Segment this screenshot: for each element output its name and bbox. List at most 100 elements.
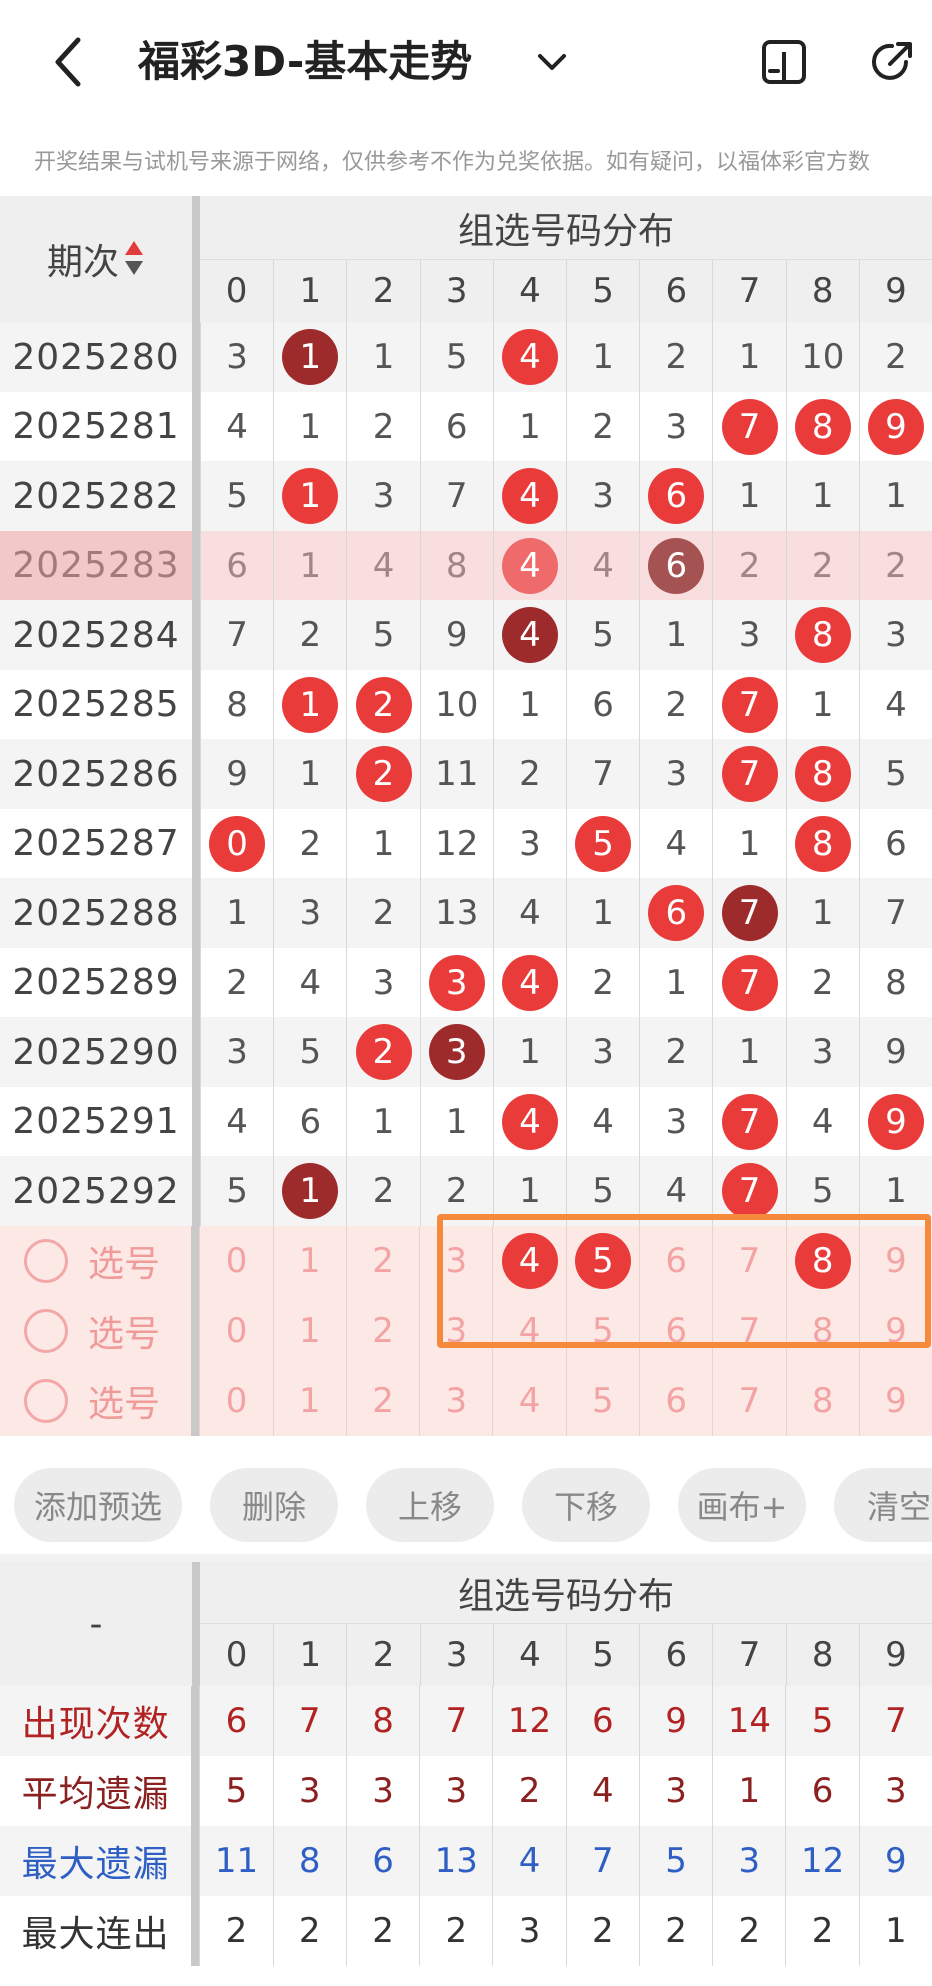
number-cell: 12: [419, 808, 493, 879]
table-row[interactable]: 2025290 3 5 2 3 1 3 2 1 3 9: [0, 1017, 932, 1087]
action-button[interactable]: 删除: [210, 1468, 338, 1542]
number-cell: 1: [273, 739, 346, 809]
number-cell: 1: [273, 530, 346, 601]
number-cell: 3: [419, 947, 493, 1018]
action-button[interactable]: 下移: [522, 1468, 650, 1542]
pick-row: 选号 0 1 2 3 4 5 6 7 8 9: [0, 1365, 932, 1436]
pick-cell[interactable]: 8: [785, 1365, 859, 1436]
pick-cell[interactable]: 1: [272, 1295, 346, 1366]
pick-cell[interactable]: 5: [565, 1365, 639, 1436]
digit-header-cell: 4: [492, 1624, 566, 1686]
number-cell: 2: [346, 669, 419, 740]
action-button[interactable]: 上移: [366, 1468, 494, 1542]
pick-cell[interactable]: 3: [419, 1365, 492, 1436]
number-cell: 5: [858, 739, 932, 809]
table-row[interactable]: 2025288 1 3 2 13 4 1 6 7 1 7: [0, 878, 932, 948]
table-row[interactable]: 2025286 9 1 2 11 2 7 3 7 8 5: [0, 739, 932, 809]
stats-value: 1: [712, 1756, 785, 1826]
column-divider: [192, 196, 200, 322]
drawn-ball: 4: [501, 329, 558, 385]
row-cells: 4126123789: [200, 391, 932, 462]
table-row[interactable]: 2025284 7 2 5 9 4 5 1 3 8 3: [0, 600, 932, 670]
number-cell: 7: [419, 461, 493, 531]
row-cells: 5137436111: [200, 461, 932, 531]
table-row[interactable]: 2025283 6 1 4 8 4 4 6 2 2 2: [0, 530, 932, 601]
number-cell: 2: [346, 1156, 419, 1226]
radio-circle-icon[interactable]: [24, 1378, 68, 1423]
period-header-label: 期次: [46, 242, 119, 283]
pick-cell[interactable]: 2: [345, 1295, 419, 1366]
pick-cell[interactable]: 0: [199, 1225, 272, 1296]
pick-cell[interactable]: 1: [272, 1225, 346, 1296]
layout-icon: [762, 40, 806, 84]
table-row[interactable]: 2025285 8 1 2 10 1 6 2 7 1 4: [0, 669, 932, 740]
pick-selector[interactable]: 选号: [0, 1226, 191, 1296]
column-divider: [192, 391, 200, 462]
pick-selector[interactable]: 选号: [0, 1366, 191, 1436]
number-cell: 2: [566, 947, 639, 1018]
drawn-ball: 8: [794, 815, 851, 872]
action-button[interactable]: 清空: [834, 1468, 932, 1542]
drawn-ball: 1: [282, 468, 339, 524]
table-row[interactable]: 2025282 5 1 3 7 4 3 6 1 1 1: [0, 461, 932, 531]
table-row[interactable]: 2025287 0 2 1 12 3 5 4 1 8 6: [0, 808, 932, 879]
period-header[interactable]: 期次: [0, 196, 192, 322]
number-cell: 10: [785, 322, 859, 392]
action-button[interactable]: 添加预选: [14, 1468, 182, 1542]
number-cell: 4: [785, 1086, 859, 1157]
digit-header-cell: 7: [712, 260, 785, 322]
column-divider: [192, 878, 200, 948]
stats-value: 13: [419, 1826, 492, 1896]
drawn-ball: 0: [209, 815, 266, 872]
table-row[interactable]: 2025280 3 1 1 5 4 1 2 1 10 2: [0, 322, 932, 392]
pick-cell[interactable]: 2: [345, 1365, 419, 1436]
column-divider: [191, 1225, 200, 1296]
number-cell: 2: [639, 1017, 712, 1087]
layout-switch-button[interactable]: [760, 38, 808, 86]
column-divider: [192, 322, 200, 392]
stats-value: 3: [272, 1756, 346, 1826]
table-row[interactable]: 2025291 4 6 1 1 4 4 3 7 4 9: [0, 1086, 932, 1157]
number-cell: 4: [492, 947, 566, 1018]
share-button[interactable]: [868, 38, 916, 86]
number-cell: 7: [712, 1086, 785, 1157]
pick-cell[interactable]: 1: [272, 1365, 346, 1436]
page-title[interactable]: 福彩3D-基本走势: [138, 30, 472, 94]
drawn-ball: 5: [575, 815, 632, 872]
table-row[interactable]: 2025289 2 4 3 3 4 2 1 7 2 8: [0, 947, 932, 1018]
stats-value: 6: [345, 1826, 419, 1896]
digit-header-cell: 9: [858, 1624, 932, 1686]
row-cells: 3523132139: [200, 1017, 932, 1087]
radio-circle-icon[interactable]: [24, 1308, 68, 1353]
table-row[interactable]: 2025281 4 1 2 6 1 2 3 7 8 9: [0, 391, 932, 462]
stats-value: 2: [492, 1756, 565, 1826]
number-cell: 4: [492, 322, 566, 392]
column-divider: [192, 530, 200, 601]
pick-cell[interactable]: 0: [199, 1295, 272, 1366]
number-cell: 10: [419, 669, 493, 740]
column-divider: [191, 1295, 200, 1366]
pick-cell[interactable]: 7: [712, 1365, 785, 1436]
number-cell: 1: [785, 461, 859, 531]
number-cell: 4: [566, 530, 639, 601]
trend-table-header: 期次 组选号码分布 0123456789: [0, 196, 932, 322]
pick-cell[interactable]: 9: [858, 1365, 932, 1436]
pick-cell[interactable]: 6: [639, 1365, 712, 1436]
pick-cell[interactable]: 0: [199, 1365, 272, 1436]
number-cell: 13: [419, 878, 493, 948]
pick-cell[interactable]: 2: [345, 1225, 419, 1296]
pick-selector[interactable]: 选号: [0, 1296, 191, 1366]
number-cell: 3: [785, 1017, 859, 1087]
pick-cell[interactable]: 4: [492, 1365, 565, 1436]
column-divider: [192, 1086, 200, 1157]
pick-label: 选号: [88, 1383, 161, 1425]
radio-circle-icon[interactable]: [24, 1238, 68, 1283]
action-button[interactable]: 画布+: [678, 1468, 806, 1542]
number-cell: 8: [785, 391, 859, 462]
back-button[interactable]: [48, 30, 96, 94]
period-cell: 2025283: [0, 530, 192, 601]
period-cell: 2025289: [12, 962, 180, 1003]
title-dropdown-toggle[interactable]: [534, 40, 570, 84]
number-cell: 7: [712, 878, 785, 948]
column-divider: [191, 1365, 200, 1436]
